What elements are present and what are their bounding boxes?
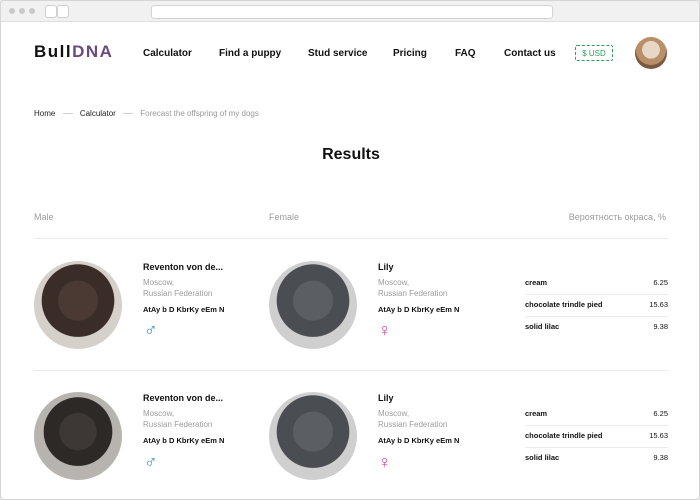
divider [34,370,668,371]
female-dog-country: Russian Federation [378,289,448,298]
color-probability: 9.38 [653,453,668,462]
female-dog-city: Moscow, [378,278,410,287]
breadcrumb-current: Forecast the offspring of my dogs [140,109,259,118]
window-maximize-icon[interactable] [29,8,35,14]
logo-text: Bull [34,42,73,61]
female-dog-photo[interactable] [269,392,357,480]
female-dog-photo[interactable] [269,261,357,349]
female-symbol-icon: ♀ [378,320,392,340]
color-probability: 9.38 [653,322,668,331]
female-dog-name[interactable]: Lily [378,262,394,272]
color-label: chocolate trindle pied [525,300,603,309]
probability-row: cream 6.25 [525,272,668,294]
breadcrumb-separator [62,113,73,115]
nav-stud-service[interactable]: Stud service [308,48,367,59]
male-dog-genotype: AtAy b D KbrKy eEm N [143,305,225,314]
color-probability: 6.25 [653,409,668,418]
male-dog-photo[interactable] [34,392,122,480]
forward-button[interactable] [57,5,69,18]
browser-window: BullDNA Calculator Find a puppy Stud ser… [0,0,700,500]
column-header-probability: Вероятность окраса, % [568,212,666,222]
male-dog-genotype: AtAy b D KbrKy eEm N [143,436,225,445]
color-label: chocolate trindle pied [525,431,603,440]
currency-selector[interactable]: $ USD [575,45,613,61]
breadcrumb-home[interactable]: Home [34,109,55,118]
column-header-male: Male [34,212,54,222]
nav-faq[interactable]: FAQ [455,48,476,59]
breadcrumb-separator [123,113,134,115]
probability-row: chocolate trindle pied 15.63 [525,425,668,447]
browser-toolbar [1,1,699,22]
window-close-icon[interactable] [9,8,15,14]
male-symbol-icon: ♂ [144,320,158,340]
divider [34,238,668,239]
color-probability: 15.63 [649,431,668,440]
probability-row: solid lilac 9.38 [525,447,668,469]
probability-row: cream 6.25 [525,403,668,425]
nav-pricing[interactable]: Pricing [393,48,427,59]
window-minimize-icon[interactable] [19,8,25,14]
user-avatar[interactable] [635,37,667,69]
male-dog-photo[interactable] [34,261,122,349]
logo-accent-text: DNA [72,42,114,61]
color-probability: 15.63 [649,300,668,309]
male-dog-city: Moscow, [143,278,175,287]
address-bar[interactable] [151,5,553,19]
logo[interactable]: BullDNA [34,42,113,62]
back-button[interactable] [45,5,57,18]
color-probability: 6.25 [653,278,668,287]
probability-row: solid lilac 9.38 [525,316,668,338]
color-label: cream [525,409,548,418]
female-dog-genotype: AtAy b D KbrKy eEm N [378,436,460,445]
female-dog-country: Russian Federation [378,420,448,429]
male-dog-country: Russian Federation [143,289,213,298]
nav-find-a-puppy[interactable]: Find a puppy [219,48,281,59]
male-dog-name[interactable]: Reventon von de... [143,393,223,403]
color-label: cream [525,278,548,287]
female-symbol-icon: ♀ [378,452,392,472]
male-symbol-icon: ♂ [144,452,158,472]
probability-row: chocolate trindle pied 15.63 [525,294,668,316]
male-dog-city: Moscow, [143,409,175,418]
nav-contact-us[interactable]: Contact us [504,48,556,59]
female-dog-name[interactable]: Lily [378,393,394,403]
breadcrumb-calculator[interactable]: Calculator [80,109,116,118]
nav-calculator[interactable]: Calculator [143,48,192,59]
site-header: BullDNA Calculator Find a puppy Stud ser… [1,21,699,87]
color-label: solid lilac [525,322,560,331]
male-dog-country: Russian Federation [143,420,213,429]
column-header-female: Female [269,212,300,222]
page-title: Results [322,146,380,163]
color-label: solid lilac [525,453,560,462]
female-dog-city: Moscow, [378,409,410,418]
male-dog-name[interactable]: Reventon von de... [143,262,223,272]
breadcrumb: Home Calculator Forecast the offspring o… [34,109,259,118]
female-dog-genotype: AtAy b D KbrKy eEm N [378,305,460,314]
